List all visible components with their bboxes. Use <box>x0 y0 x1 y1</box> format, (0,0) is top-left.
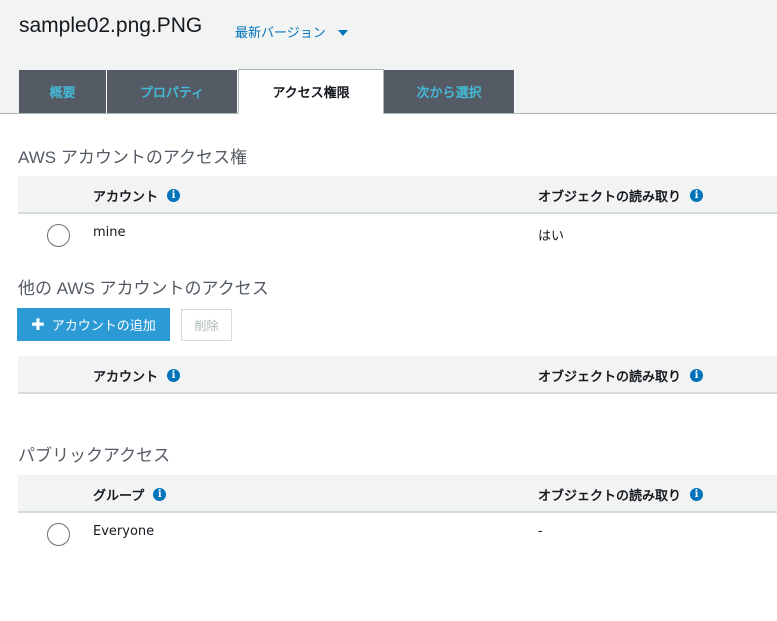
column-header-group: グループ i <box>93 485 167 504</box>
column-label: オブジェクトの読み取り <box>538 489 682 504</box>
account-cell: mine <box>93 225 126 240</box>
public-access-table-header: グループ i オブジェクトの読み取り i <box>18 475 777 513</box>
column-label: オブジェクトの読み取り <box>538 190 682 205</box>
tab-permissions[interactable]: アクセス権限 <box>238 69 384 114</box>
info-icon[interactable]: i <box>690 488 704 501</box>
add-account-button[interactable]: ✚ アカウントの追加 <box>17 308 170 341</box>
column-label: オブジェクトの読み取り <box>538 370 682 385</box>
info-icon[interactable]: i <box>690 189 704 202</box>
read-cell: - <box>538 524 543 539</box>
caret-down-icon <box>337 29 348 36</box>
group-cell: Everyone <box>93 524 155 539</box>
info-icon[interactable]: i <box>167 189 181 202</box>
column-header-read-object: オブジェクトの読み取り i <box>538 366 704 385</box>
object-header: sample02.png.PNG 最新バージョン 概要 プロパティ アクセス権限… <box>0 0 777 114</box>
info-icon[interactable]: i <box>690 369 704 382</box>
column-label: アカウント <box>93 370 159 385</box>
column-label: アカウント <box>93 190 159 205</box>
column-header-account: アカウント i <box>93 366 181 385</box>
row-select-radio[interactable] <box>47 523 70 546</box>
column-header-read-object: オブジェクトの読み取り i <box>538 186 704 205</box>
info-icon[interactable]: i <box>153 488 167 501</box>
version-label: 最新バージョン <box>235 26 326 41</box>
table-row: mine はい <box>18 214 777 254</box>
info-icon[interactable]: i <box>167 369 181 382</box>
object-title: sample02.png.PNG <box>19 14 203 37</box>
column-label: グループ <box>93 489 145 504</box>
aws-account-access-title: AWS アカウントのアクセス権 <box>18 148 247 167</box>
table-row: Everyone - <box>18 513 777 553</box>
column-header-account: アカウント i <box>93 186 181 205</box>
read-cell: はい <box>538 229 565 244</box>
version-dropdown[interactable]: 最新バージョン <box>235 22 348 41</box>
tab-bar: 概要 プロパティ アクセス権限 次から選択 <box>19 69 515 114</box>
tab-select-from[interactable]: 次から選択 <box>384 70 515 113</box>
column-header-read-object: オブジェクトの読み取り i <box>538 485 704 504</box>
add-account-label: アカウントの追加 <box>51 319 156 334</box>
public-access-title: パブリックアクセス <box>18 446 171 465</box>
aws-account-table-header: アカウント i オブジェクトの読み取り i <box>18 176 777 214</box>
delete-button[interactable]: 削除 <box>181 309 232 341</box>
other-account-access-title: 他の AWS アカウントのアクセス <box>18 279 269 298</box>
plus-icon: ✚ <box>31 315 45 334</box>
tab-properties[interactable]: プロパティ <box>107 70 238 113</box>
row-select-radio[interactable] <box>47 224 70 247</box>
other-account-table-header: アカウント i オブジェクトの読み取り i <box>18 356 777 394</box>
tab-overview[interactable]: 概要 <box>19 70 107 113</box>
